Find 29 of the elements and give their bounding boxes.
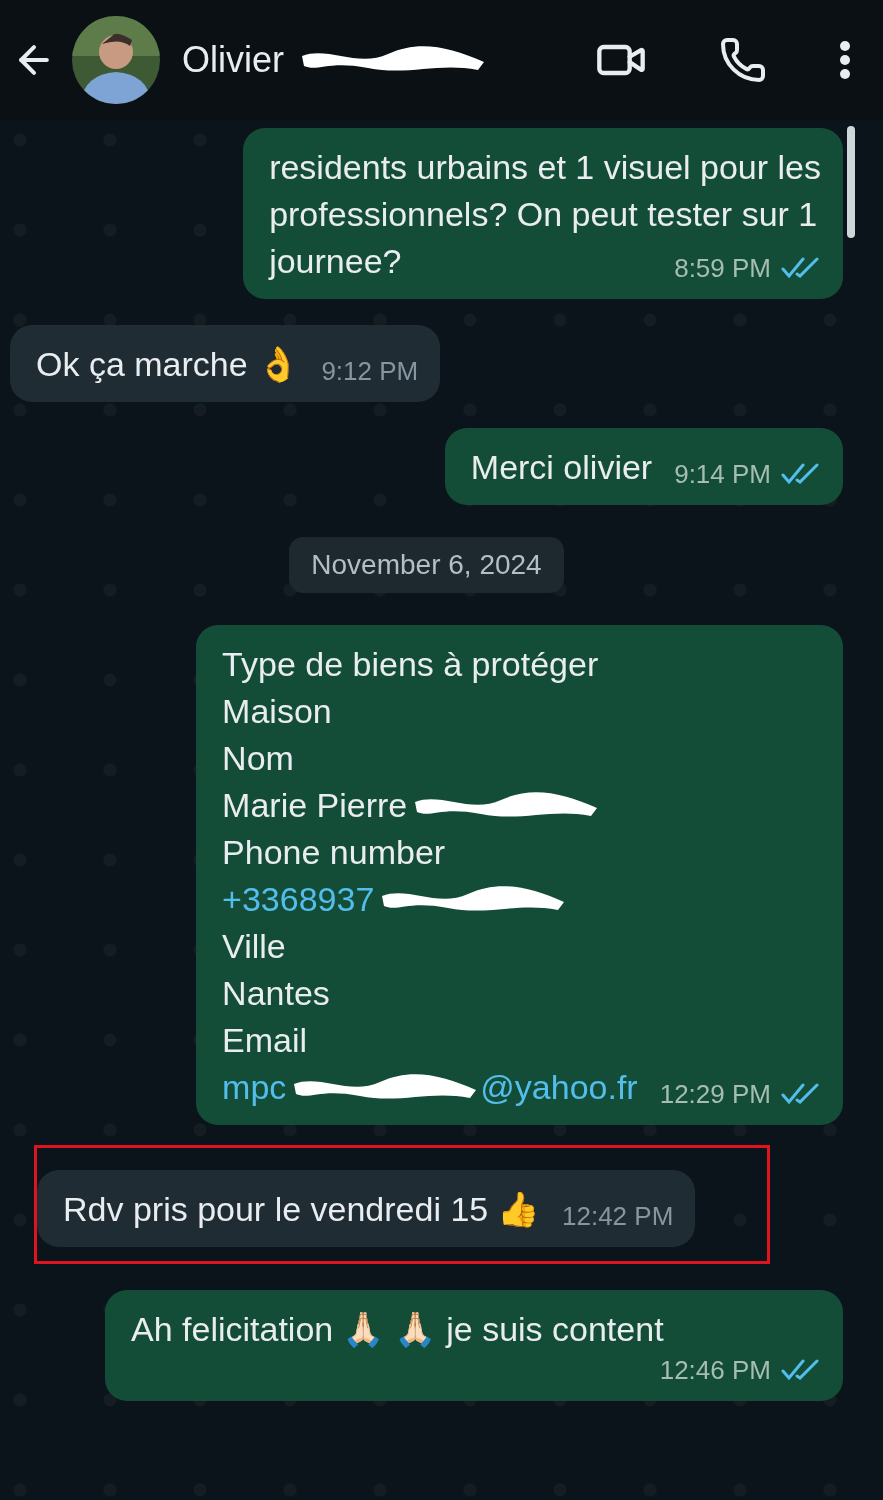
message-text: Maison: [222, 691, 332, 732]
message-text: Ville: [222, 926, 286, 967]
message-time: 12:46 PM: [659, 1354, 771, 1387]
message-text: Nantes: [222, 973, 330, 1014]
date-separator: November 6, 2024: [289, 537, 564, 593]
message-text: residents urbains et 1 visuel pour les: [269, 147, 821, 188]
message-text: Ok ça marche 👌: [36, 344, 300, 385]
message-link[interactable]: +3368937: [222, 876, 375, 923]
message-text: Rdv pris pour le vendredi 15 👍: [63, 1189, 540, 1230]
message-time: 9:12 PM: [321, 355, 419, 388]
message-text: Nom: [222, 738, 294, 779]
message-time: 12:29 PM: [659, 1078, 771, 1111]
message-time: 9:14 PM: [674, 458, 771, 491]
phone-icon: [719, 36, 767, 84]
message-time: 8:59 PM: [674, 252, 771, 285]
message-link[interactable]: mpc: [222, 1064, 287, 1111]
message-text: journee?: [269, 241, 402, 282]
message-text: Type de biens à protéger: [222, 644, 599, 685]
scrollbar-thumb[interactable]: [847, 126, 855, 238]
menu-icon: [839, 40, 851, 80]
message-text: professionnels? On peut tester sur 1: [269, 194, 818, 235]
message-time: 12:42 PM: [562, 1200, 674, 1233]
contact-name[interactable]: Olivier: [182, 39, 284, 81]
message-text: Email: [222, 1020, 308, 1061]
message-text: Merci olivier: [470, 447, 653, 488]
message-text: Marie Pierre: [222, 785, 408, 826]
message-text: Phone number: [222, 832, 446, 873]
message-text: Ah felicitation 🙏🏻 🙏🏻 je suis content: [131, 1309, 664, 1350]
message-link[interactable]: @yahoo.fr: [480, 1064, 638, 1111]
